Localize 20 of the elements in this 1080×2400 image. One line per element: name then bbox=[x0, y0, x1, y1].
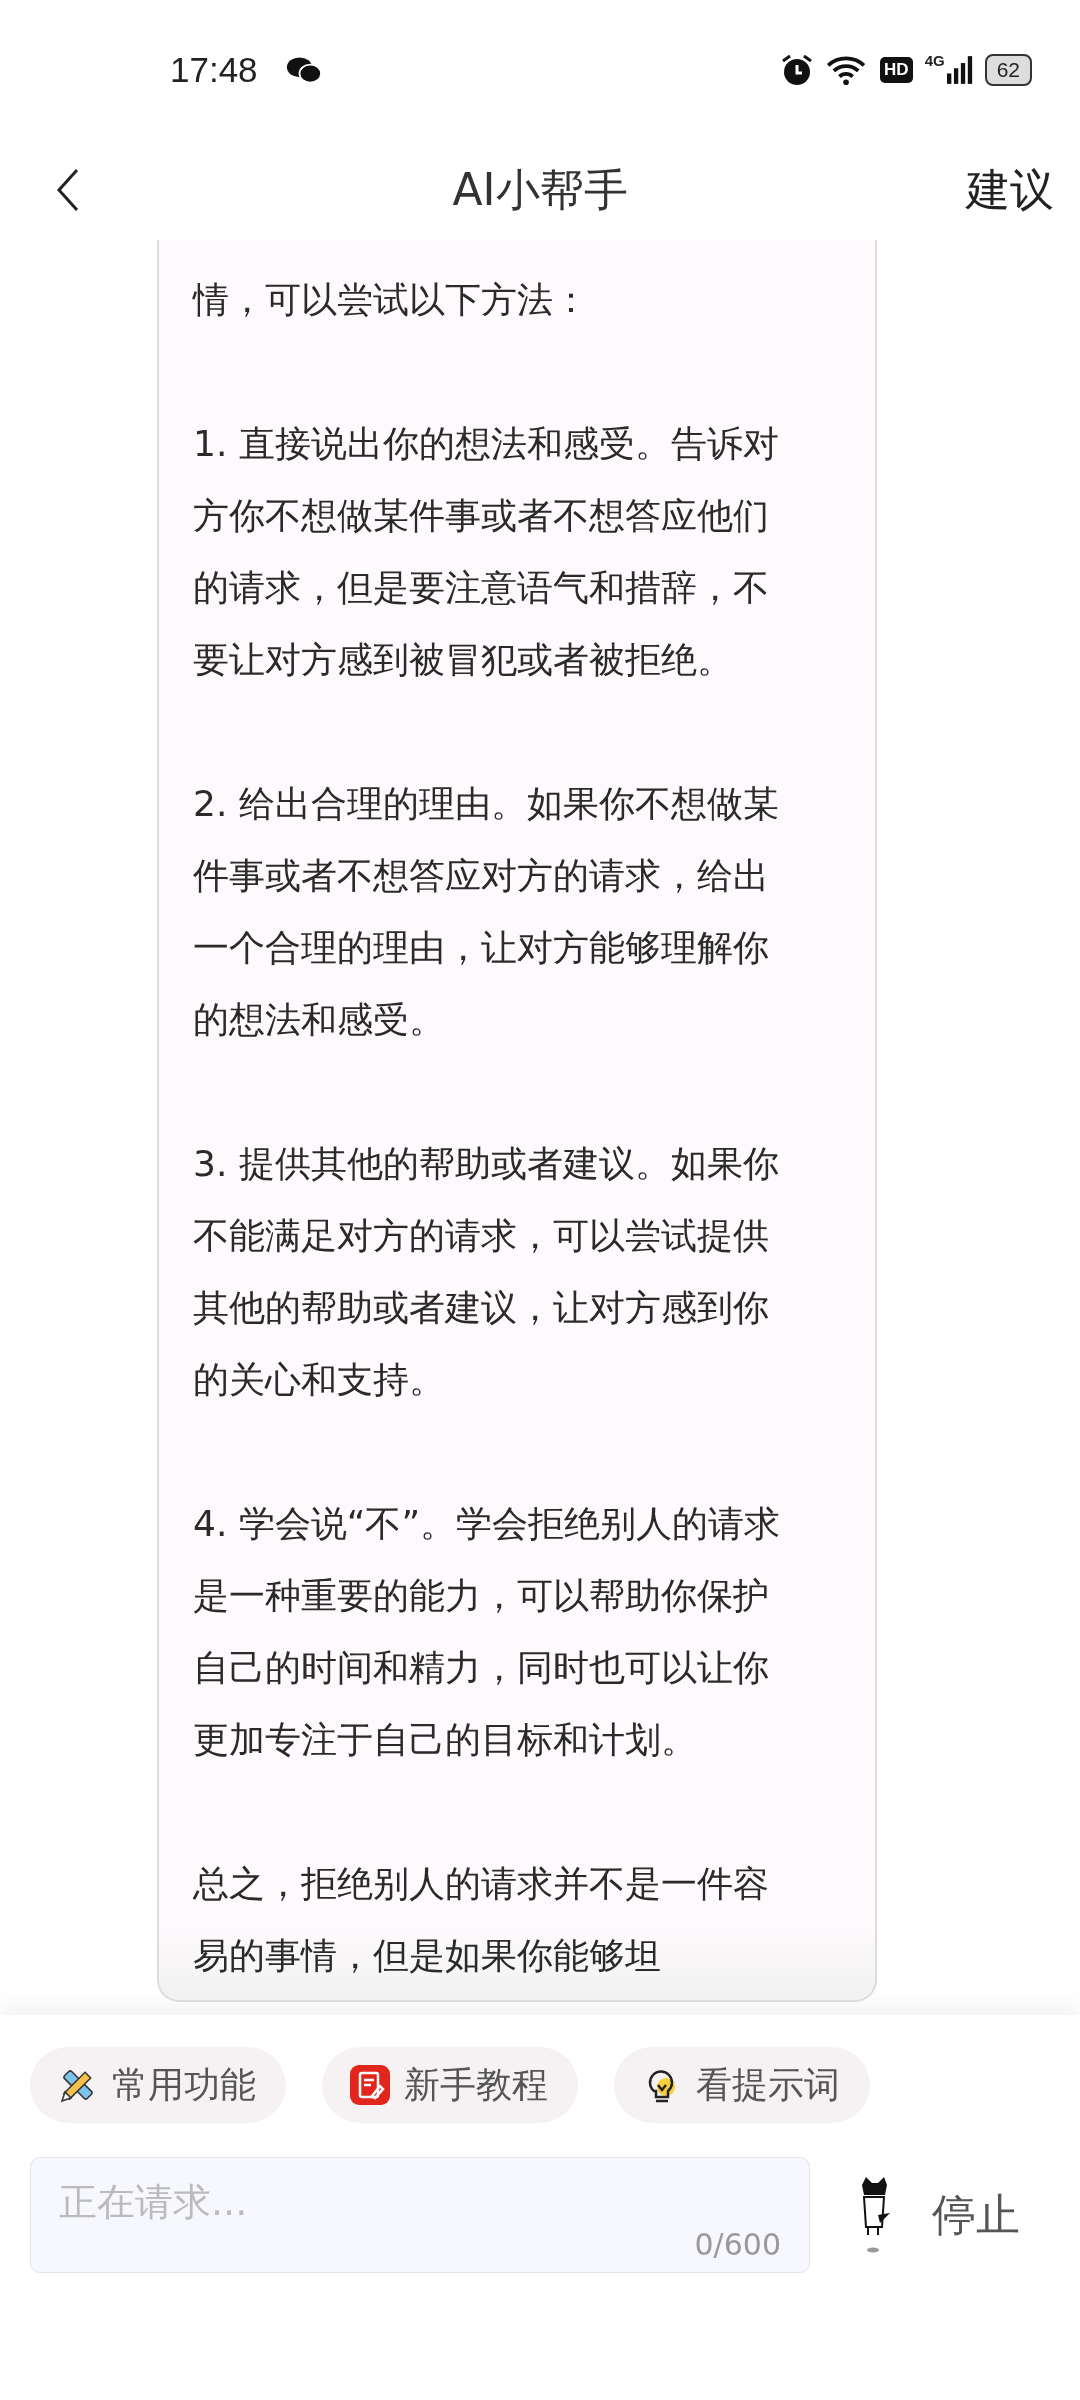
battery-level: 62 bbox=[984, 54, 1032, 86]
message-paragraph: 2. 给出合理的理由。如果你不想做某件事或者不想答应对方的请求，给出一个合理的理由，让对方能够理解你的想法和感受。 bbox=[193, 782, 780, 1042]
shortcut-chip[interactable]: 常用功能 bbox=[30, 2047, 286, 2123]
suggest-link[interactable]: 建议 bbox=[966, 160, 1054, 220]
chat-bubbles-icon bbox=[285, 55, 322, 85]
stop-button[interactable]: 停止 bbox=[922, 2185, 1030, 2245]
shortcut-chip[interactable]: 新手教程 bbox=[322, 2047, 578, 2123]
message-paragraph: 情，可以尝试以下方法： bbox=[193, 278, 590, 322]
back-icon[interactable] bbox=[56, 168, 80, 212]
document-pen-icon bbox=[350, 2065, 390, 2105]
message-paragraph: 4. 学会说“不”。学会拒绝别人的请求是一种重要的能力，可以帮助你保护自己的时间和精力，同时也可以让你更加专注于自己的目标和计划。 bbox=[193, 1502, 782, 1762]
message-paragraph: 3. 提供其他的帮助或者建议。如果你不能满足对方的请求，可以尝试提供其他的帮助或者建议，让对方感到你的关心和支持。 bbox=[193, 1142, 780, 1402]
signal-icon bbox=[946, 55, 973, 85]
shortcut-chip[interactable]: 看提示词 bbox=[614, 2047, 870, 2123]
message-paragraph: 1. 直接说出你的想法和感受。告诉对方你不想做某件事或者不想答应他们的请求，但是要注意语气和措辞，不要让对方感到被冒犯或者被拒绝。 bbox=[193, 422, 780, 682]
page-title: AI小帮手 bbox=[452, 162, 628, 217]
message-paragraph: 总之，拒绝别人的请求并不是一件容易的事情，但是如果你能够坦 bbox=[193, 1862, 770, 1978]
network-type: 4G bbox=[924, 52, 945, 69]
hd-badge: HD bbox=[880, 57, 913, 83]
status-time: 17:48 bbox=[170, 50, 258, 90]
